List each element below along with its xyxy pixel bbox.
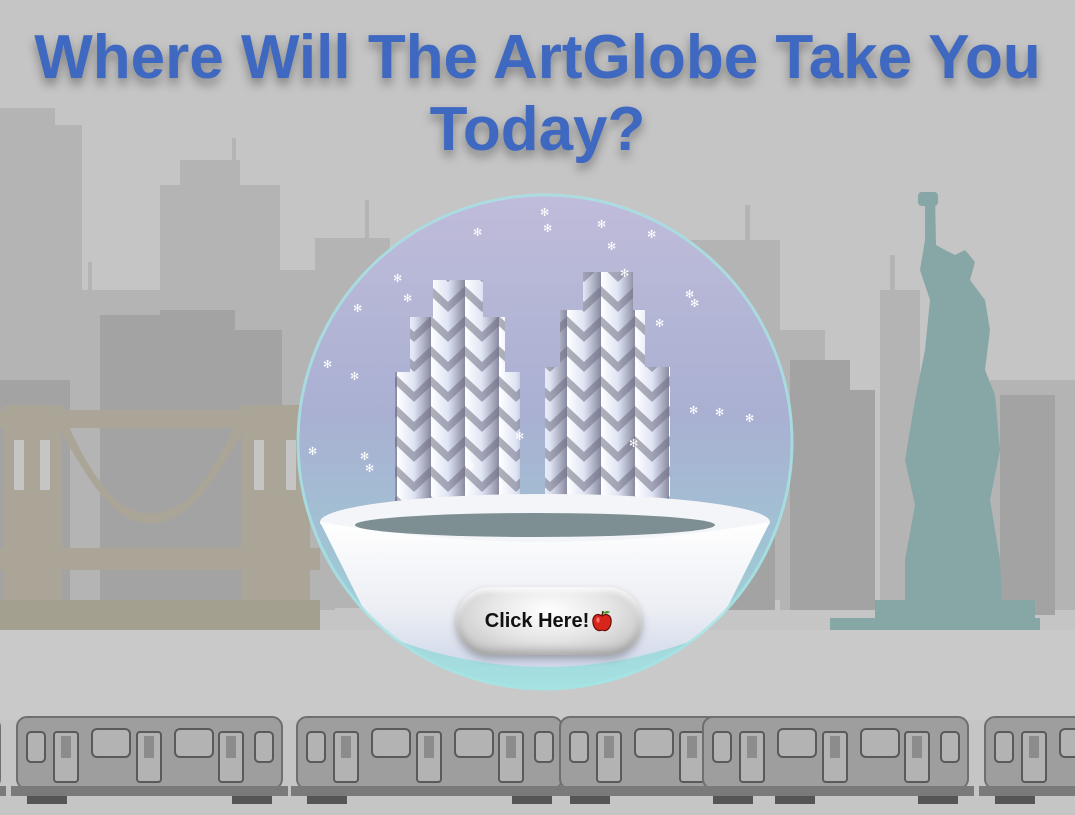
svg-text:✻: ✻ xyxy=(540,206,549,219)
svg-text:✻: ✻ xyxy=(655,317,664,330)
svg-text:✻: ✻ xyxy=(620,267,629,280)
svg-text:✻: ✻ xyxy=(403,292,412,305)
svg-text:✻: ✻ xyxy=(647,228,656,241)
tower-left xyxy=(395,280,520,530)
svg-text:✻: ✻ xyxy=(543,222,552,235)
svg-text:✻: ✻ xyxy=(745,412,754,425)
page-title: Where Will The ArtGlobe Take You Today? xyxy=(34,23,1041,164)
svg-text:✻: ✻ xyxy=(607,240,616,253)
svg-text:✻: ✻ xyxy=(473,226,482,239)
svg-text:✻: ✻ xyxy=(353,302,362,315)
svg-text:✻: ✻ xyxy=(689,404,698,417)
svg-text:✻: ✻ xyxy=(393,272,402,285)
click-here-button[interactable]: Click Here! xyxy=(456,587,642,655)
artglobe-page: Where Will The ArtGlobe Take You Today? xyxy=(0,0,1075,815)
svg-text:✻: ✻ xyxy=(308,445,317,458)
svg-text:✻: ✻ xyxy=(597,218,606,231)
svg-text:✻: ✻ xyxy=(350,370,359,383)
click-here-label: Click Here! xyxy=(484,609,590,632)
svg-text:✻: ✻ xyxy=(515,430,524,443)
svg-text:✻: ✻ xyxy=(690,297,699,310)
svg-text:✻: ✻ xyxy=(323,358,332,371)
red-apple-icon xyxy=(592,610,612,632)
subway-train xyxy=(0,716,1075,805)
svg-text:✻: ✻ xyxy=(629,437,638,450)
svg-text:✻: ✻ xyxy=(465,460,474,473)
svg-text:✻: ✻ xyxy=(715,406,724,419)
svg-text:✻: ✻ xyxy=(365,462,374,475)
